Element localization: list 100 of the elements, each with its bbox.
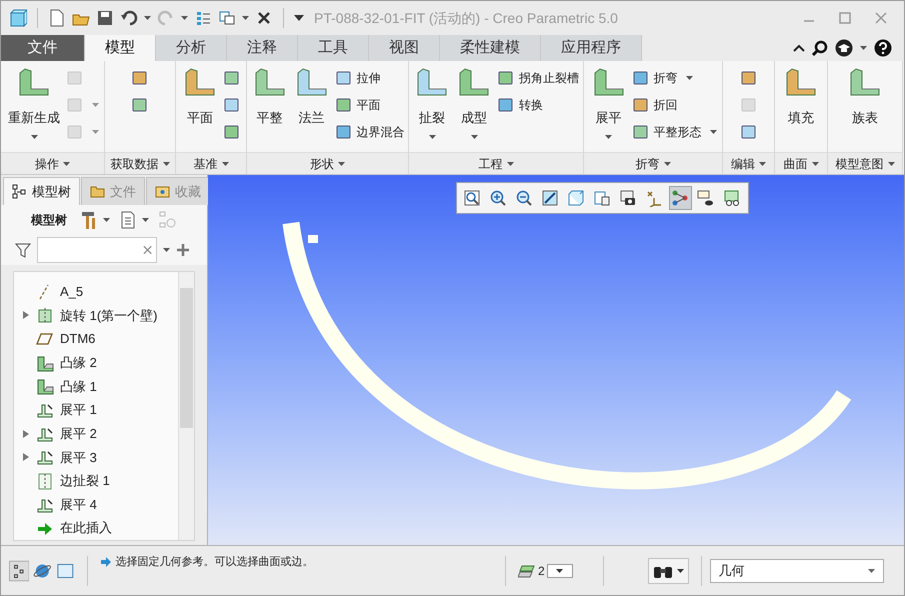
caret-icon[interactable]	[428, 134, 436, 138]
ribbon-button[interactable]: 平面	[181, 65, 219, 152]
ribbon-tab[interactable]: 柔性建模	[440, 35, 541, 61]
count-dropdown[interactable]	[546, 564, 573, 578]
app-cube-icon[interactable]	[9, 9, 27, 27]
tree-label: 模型树	[31, 212, 67, 229]
group-menu-button[interactable]: 折弯	[584, 152, 722, 174]
regenerate-list-icon[interactable]	[194, 9, 212, 27]
tool-icon	[632, 96, 650, 114]
file-tab[interactable]: 文件	[1, 35, 85, 61]
revolve-feature-icon	[36, 306, 54, 324]
help-icon[interactable]	[874, 39, 892, 57]
tree-toggle-icon[interactable]	[9, 560, 30, 582]
ribbon-button[interactable]: 成型	[455, 65, 493, 152]
tool-icon	[632, 123, 650, 141]
tree-item[interactable]: 展平 1	[60, 400, 97, 420]
caret-icon[interactable]	[30, 134, 38, 138]
tree-item[interactable]: 旋转 1(第一个壁)	[60, 306, 158, 326]
tree-item[interactable]: 展平 2	[60, 424, 97, 444]
tree-item[interactable]: 边扯裂 1	[60, 471, 110, 491]
caret-icon	[506, 162, 514, 166]
list-settings-icon[interactable]	[120, 211, 136, 229]
ribbon-small-button[interactable]: 折弯	[632, 67, 716, 89]
add-icon[interactable]	[176, 243, 190, 257]
customize-caret-icon[interactable]	[294, 15, 304, 21]
flange-icon	[36, 354, 54, 372]
search-field[interactable]	[37, 237, 157, 263]
group-menu-button[interactable]: 工程	[409, 152, 583, 174]
ribbon-small-button[interactable]: 边界混合	[334, 121, 404, 143]
caret-icon[interactable]	[142, 218, 149, 222]
search-icon[interactable]	[812, 40, 828, 56]
ribbon-button[interactable]: 族表	[846, 65, 884, 152]
ribbon-tab[interactable]: 视图	[369, 35, 440, 61]
ribbon-button[interactable]: 填充	[782, 65, 820, 152]
tree-item[interactable]: 展平 4	[60, 494, 97, 514]
group-menu-button[interactable]: 形状	[247, 152, 408, 174]
ribbon-button[interactable]: 法兰	[292, 65, 330, 152]
group-menu-button[interactable]: 曲面	[775, 152, 827, 174]
tree-item[interactable]: A_5	[60, 282, 84, 302]
filter-dropdown[interactable]: 几何	[710, 558, 884, 582]
group-menu-button[interactable]: 模型意图	[828, 152, 902, 174]
graduation-cap-icon[interactable]	[835, 39, 853, 57]
expand-arrow-icon[interactable]	[22, 428, 30, 439]
ribbon-small-button[interactable]: 折回	[632, 94, 716, 116]
tool-icon	[66, 69, 84, 87]
ribbon-small-button[interactable]: 转换	[497, 94, 579, 116]
tree-item[interactable]: DTM6	[60, 329, 96, 349]
expand-arrow-icon[interactable]	[22, 310, 30, 320]
ribbon-button[interactable]: 扯裂	[413, 65, 451, 152]
tool-icon	[66, 96, 84, 114]
undo-icon[interactable]	[120, 9, 138, 27]
ribbon-tab[interactable]: 模型	[85, 35, 156, 61]
group-menu-button[interactable]: 获取数据	[105, 152, 175, 174]
caret-icon	[888, 162, 894, 166]
caret-icon[interactable]	[144, 16, 151, 20]
ribbon-small-button[interactable]: 拐角止裂槽	[497, 67, 579, 89]
favorites-folder-icon	[155, 184, 170, 199]
ribbon-tab[interactable]: 应用程序	[541, 35, 642, 61]
filter-icon[interactable]	[15, 242, 31, 258]
save-icon[interactable]	[96, 9, 114, 27]
ribbon-button[interactable]: 平整	[250, 65, 288, 152]
tool-icon	[223, 69, 241, 87]
tools-icon[interactable]	[81, 210, 97, 230]
collapse-ribbon-icon[interactable]	[793, 43, 805, 53]
expand-arrow-icon[interactable]	[22, 452, 30, 462]
camera-icon	[619, 189, 637, 207]
caret-icon[interactable]	[163, 248, 170, 252]
ribbon-button[interactable]: 展平	[590, 65, 628, 152]
caret-icon[interactable]	[710, 130, 716, 134]
ribbon-small-button[interactable]: 平整形态	[632, 121, 716, 143]
ribbon-tab[interactable]: 工具	[298, 35, 369, 61]
caret-icon[interactable]	[860, 46, 867, 50]
caret-icon[interactable]	[605, 134, 612, 138]
caret-icon	[759, 162, 766, 166]
group-menu-button[interactable]: 基准	[176, 152, 246, 174]
ribbon-tab[interactable]: 注释	[227, 35, 298, 61]
scrollbar[interactable]	[178, 272, 194, 540]
group-menu-button[interactable]: 操作	[1, 152, 104, 174]
tool-icon	[131, 69, 149, 87]
tree-item[interactable]: 凸缘 1	[60, 376, 97, 396]
ribbon-button[interactable]: 重新生成	[6, 65, 62, 152]
view-toolbar-button[interactable]	[668, 186, 692, 210]
clear-icon[interactable]	[142, 245, 152, 255]
group-menu-button[interactable]: 编辑	[723, 152, 774, 174]
find-button[interactable]	[648, 558, 689, 584]
tree-item[interactable]: 展平 3	[60, 448, 97, 468]
caret-icon[interactable]	[686, 76, 692, 80]
new-file-icon[interactable]	[48, 9, 66, 27]
tree-item[interactable]: 凸缘 2	[60, 352, 97, 372]
tree-item[interactable]: 在此插入	[60, 518, 112, 538]
ribbon-small-button[interactable]: 拉伸	[334, 67, 404, 89]
ribbon-tab[interactable]: 分析	[156, 35, 227, 61]
ribbon-small-button[interactable]: 平面	[334, 94, 404, 116]
panel-tab[interactable]: 模型树	[3, 177, 80, 205]
caret-icon[interactable]	[470, 134, 478, 138]
caret-icon[interactable]	[242, 16, 249, 20]
caret-icon[interactable]	[181, 16, 188, 20]
windows-icon[interactable]	[218, 9, 236, 27]
tool-icon	[334, 123, 352, 141]
caret-icon[interactable]	[103, 218, 110, 222]
